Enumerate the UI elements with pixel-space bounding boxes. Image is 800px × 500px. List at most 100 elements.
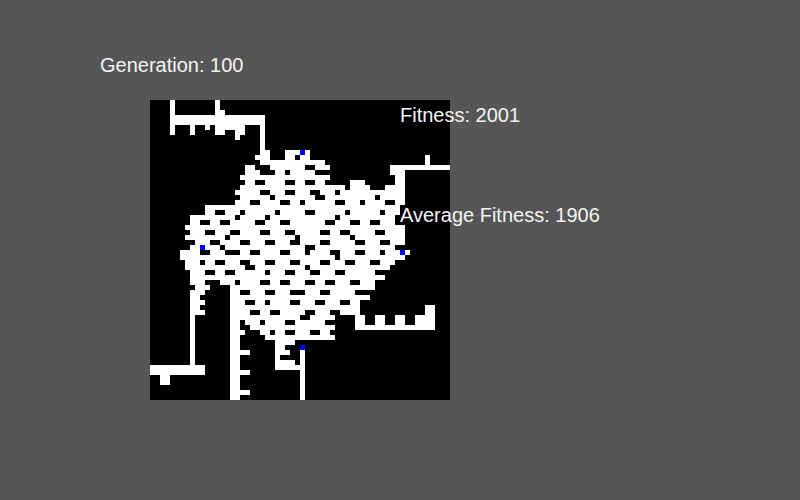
floor-cells <box>390 240 405 245</box>
floor-cells <box>230 360 240 365</box>
floor-cells <box>230 380 240 385</box>
floor-cells <box>360 220 370 225</box>
floor-cells <box>300 235 350 240</box>
app-screen: Generation: 100 Fitness: 2001 Average Fi… <box>0 0 800 400</box>
floor-cells <box>275 355 280 360</box>
floor-cells <box>355 325 435 330</box>
floor-cells <box>315 165 330 170</box>
floor-cells <box>260 125 265 130</box>
floor-cells <box>220 280 235 285</box>
floor-cells <box>300 155 310 160</box>
floor-cells <box>340 250 355 255</box>
floor-cells <box>260 200 280 205</box>
marker-cell <box>200 245 205 250</box>
floor-cells <box>215 130 225 135</box>
floor-cells <box>270 230 285 235</box>
floor-cells <box>150 370 205 375</box>
floor-cells <box>315 245 395 250</box>
floor-cells <box>360 280 375 285</box>
floor-cells <box>185 265 245 270</box>
floor-cells <box>185 225 405 230</box>
floor-cells <box>255 300 265 305</box>
floor-cells <box>250 240 265 245</box>
floor-cells <box>280 310 305 315</box>
floor-cells <box>170 105 175 110</box>
floor-cells <box>390 165 450 170</box>
right-column: Fitness: 2001 Average Fitness: 1906 <box>400 50 600 400</box>
floor-cells <box>190 230 205 235</box>
floor-cells <box>300 370 305 375</box>
floor-cells <box>230 350 250 355</box>
floor-cells <box>295 320 325 325</box>
floor-cells <box>215 110 225 115</box>
floor-cells <box>290 220 325 225</box>
floor-cells <box>190 335 195 340</box>
floor-cells <box>210 220 220 225</box>
floor-cells <box>190 275 385 280</box>
floor-cells <box>230 295 370 300</box>
floor-cells <box>185 260 200 265</box>
floor-cells <box>390 170 405 175</box>
floor-cells <box>170 115 265 120</box>
floor-cells <box>230 220 255 225</box>
floor-cells <box>365 240 380 245</box>
floor-cells <box>375 320 385 325</box>
floor-cells <box>300 260 320 265</box>
floor-cells <box>315 280 325 285</box>
floor-cells <box>300 350 305 355</box>
floor-cells <box>225 260 240 265</box>
floor-cells <box>375 315 385 320</box>
floor-cells <box>330 260 345 265</box>
floor-cells <box>285 150 310 155</box>
floor-cells <box>190 270 205 275</box>
floor-cells <box>290 250 305 255</box>
floor-cells <box>295 330 310 335</box>
floor-cells <box>300 385 305 390</box>
floor-cells <box>310 250 330 255</box>
floor-cells <box>230 375 240 380</box>
floor-cells <box>260 310 270 315</box>
floor-cells <box>190 310 205 315</box>
floor-cells <box>305 200 335 205</box>
floor-cells <box>190 315 195 320</box>
floor-cells <box>295 270 310 275</box>
floor-cells <box>355 315 365 320</box>
floor-cells <box>300 390 305 395</box>
floor-cells <box>190 355 195 360</box>
floor-cells <box>190 220 200 225</box>
floor-cells <box>240 215 265 220</box>
floor-cells <box>240 250 250 255</box>
grid-board-frame <box>150 100 450 400</box>
floor-cells <box>240 175 330 180</box>
marker-cell <box>300 345 305 350</box>
floor-cells <box>230 330 245 335</box>
floor-cells <box>190 215 235 220</box>
generation-label: Generation: 100 <box>100 50 350 80</box>
floor-cells <box>230 355 240 360</box>
floor-cells <box>315 210 345 215</box>
floor-cells <box>425 310 435 315</box>
floor-cells <box>230 345 240 350</box>
floor-cells <box>425 305 435 310</box>
floor-cells <box>270 270 285 275</box>
floor-cells <box>395 175 405 180</box>
marker-cell <box>400 250 405 255</box>
floor-cells <box>230 365 240 370</box>
floor-cells <box>415 320 435 325</box>
floor-cells <box>345 270 375 275</box>
floor-cells <box>190 360 195 365</box>
floor-cells <box>250 260 265 265</box>
floor-cells <box>230 320 240 325</box>
floor-cells <box>260 145 265 150</box>
floor-cells <box>295 190 310 195</box>
grid-board <box>150 100 450 400</box>
floor-cells <box>355 320 365 325</box>
floor-cells <box>215 100 220 105</box>
floor-cells <box>285 155 295 160</box>
floor-cells <box>240 280 260 285</box>
floor-cells <box>260 135 265 140</box>
floor-cells <box>185 235 225 240</box>
floor-cells <box>295 230 320 235</box>
floor-cells <box>190 295 200 300</box>
floor-cells <box>380 195 405 200</box>
